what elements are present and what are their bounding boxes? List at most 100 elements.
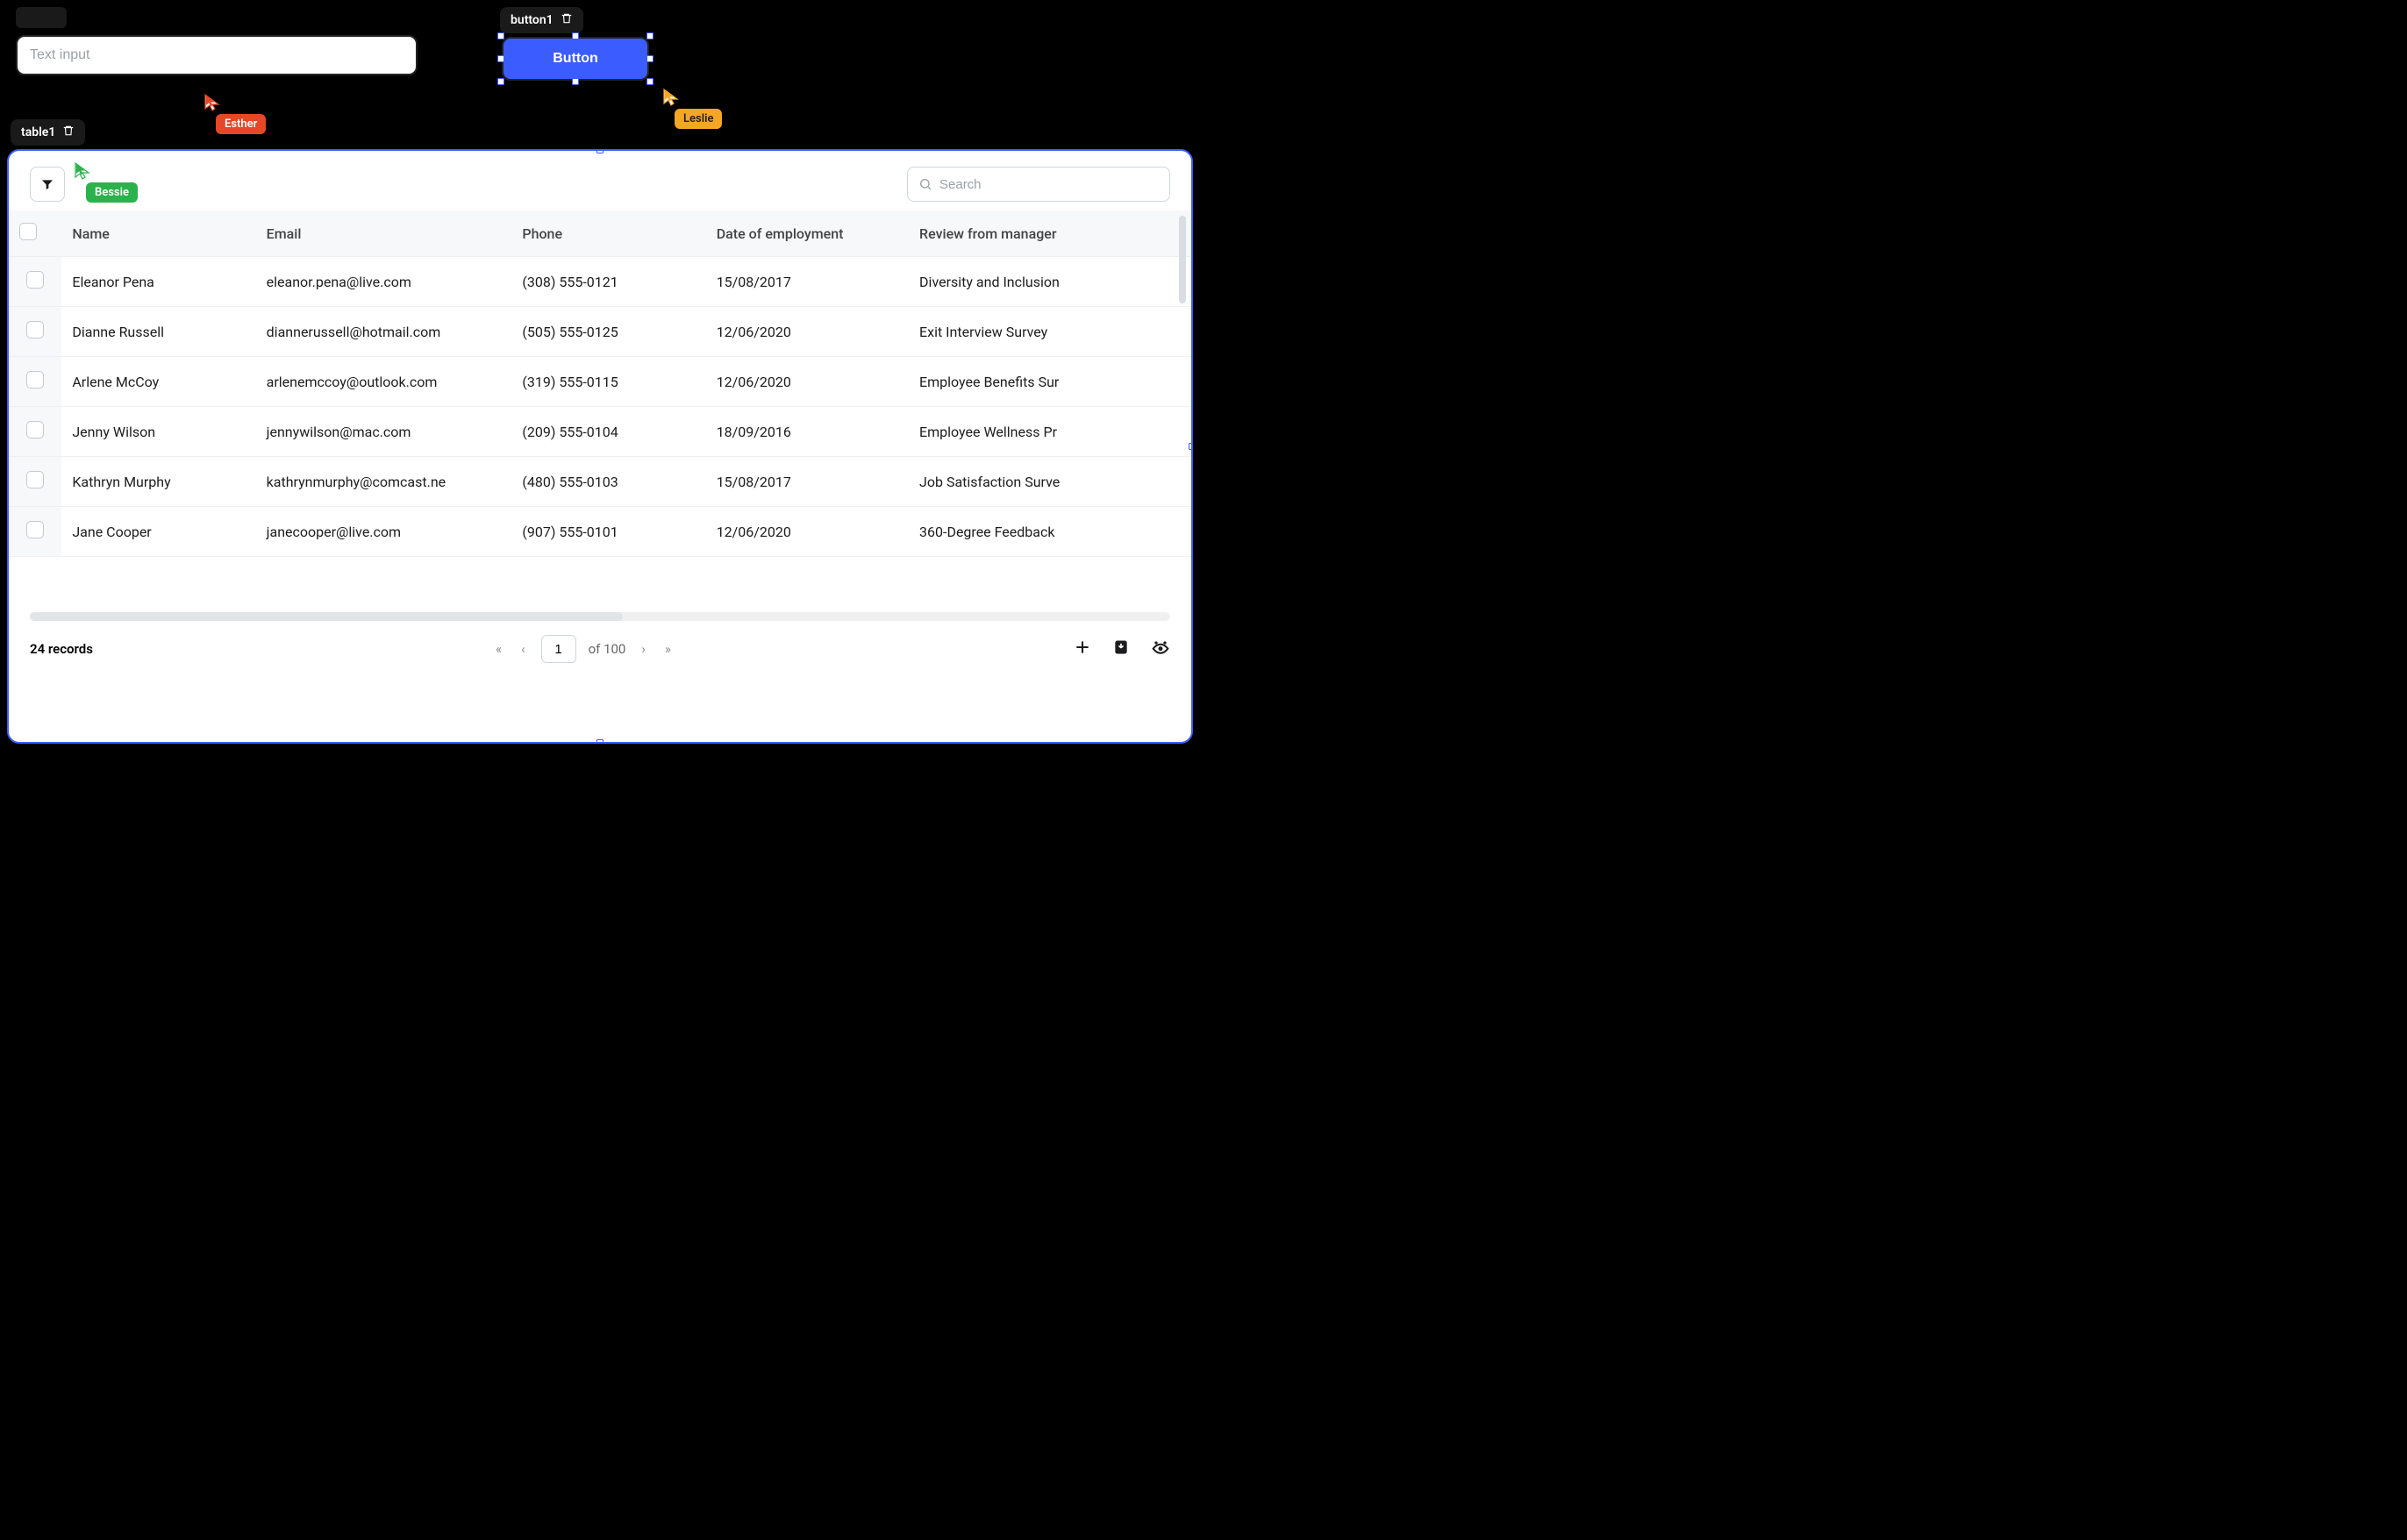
table-row[interactable]: Arlene McCoyarlenemccoy@outlook.com(319)… bbox=[9, 357, 1191, 407]
cursor-leslie: Leslie bbox=[662, 88, 722, 129]
cell-email: arlenemccoy@outlook.com bbox=[256, 357, 512, 407]
selection-handle[interactable] bbox=[572, 78, 579, 85]
cell-email: kathrynmurphy@comcast.ne bbox=[256, 457, 512, 507]
search-input[interactable] bbox=[939, 177, 1159, 192]
cell-review: 360-Degree Feedback bbox=[909, 507, 1191, 557]
text-input[interactable] bbox=[16, 35, 418, 75]
selection-handle[interactable] bbox=[7, 149, 11, 153]
col-review[interactable]: Review from manager bbox=[909, 210, 1191, 257]
table-footer: 24 records « ‹ of 100 › » bbox=[9, 621, 1191, 677]
selection-handle[interactable] bbox=[497, 32, 504, 39]
table-row[interactable]: Kathryn Murphykathrynmurphy@comcast.ne(4… bbox=[9, 457, 1191, 507]
vertical-scrollbar[interactable] bbox=[1179, 216, 1186, 303]
plus-icon bbox=[1074, 638, 1091, 656]
button1-text: Button bbox=[553, 51, 598, 66]
cell-date: 12/06/2020 bbox=[706, 357, 909, 407]
cell-phone: (319) 555-0115 bbox=[511, 357, 705, 407]
cell-name: Jane Cooper bbox=[61, 507, 255, 557]
cell-name: Eleanor Pena bbox=[61, 257, 255, 307]
selection-handle[interactable] bbox=[646, 32, 654, 39]
cell-phone: (505) 555-0125 bbox=[511, 307, 705, 357]
table1-pill[interactable]: table1 bbox=[11, 119, 85, 146]
cell-name: Jenny Wilson bbox=[61, 407, 255, 457]
selection-handle[interactable] bbox=[7, 739, 11, 744]
cell-phone: (308) 555-0121 bbox=[511, 257, 705, 307]
cell-date: 18/09/2016 bbox=[706, 407, 909, 457]
cell-name: Kathryn Murphy bbox=[61, 457, 255, 507]
search-box[interactable] bbox=[907, 167, 1170, 202]
selection-handle[interactable] bbox=[497, 78, 504, 85]
footer-actions bbox=[1074, 638, 1170, 659]
cell-review: Job Satisfaction Surve bbox=[909, 457, 1191, 507]
selection-handle[interactable] bbox=[1189, 149, 1193, 153]
cell-review: Exit Interview Survey bbox=[909, 307, 1191, 357]
pager: « ‹ of 100 › » bbox=[492, 635, 675, 663]
data-table: Name Email Phone Date of employment Revi… bbox=[9, 210, 1191, 557]
cell-review: Diversity and Inclusion bbox=[909, 257, 1191, 307]
table-scroll: Name Email Phone Date of employment Revi… bbox=[9, 210, 1191, 605]
row-checkbox[interactable] bbox=[26, 421, 44, 438]
download-icon bbox=[1112, 638, 1130, 656]
trash-icon[interactable] bbox=[62, 125, 75, 140]
cell-date: 12/06/2020 bbox=[706, 307, 909, 357]
filter-icon bbox=[40, 177, 54, 191]
table-row[interactable]: Dianne Russelldiannerussell@hotmail.com(… bbox=[9, 307, 1191, 357]
cell-email: diannerussell@hotmail.com bbox=[256, 307, 512, 357]
horizontal-scrollbar[interactable] bbox=[30, 612, 1170, 621]
cell-date: 15/08/2017 bbox=[706, 257, 909, 307]
cursor-icon bbox=[74, 161, 91, 181]
page-first-button[interactable]: « bbox=[492, 638, 505, 660]
page-last-button[interactable]: » bbox=[661, 638, 675, 660]
cell-date: 12/06/2020 bbox=[706, 507, 909, 557]
row-checkbox[interactable] bbox=[26, 321, 44, 339]
trash-icon[interactable] bbox=[561, 12, 573, 28]
cell-email: eleanor.pena@live.com bbox=[256, 257, 512, 307]
table-toolbar: Bessie bbox=[9, 151, 1191, 210]
row-checkbox[interactable] bbox=[26, 271, 44, 289]
col-email[interactable]: Email bbox=[256, 210, 512, 257]
download-button[interactable] bbox=[1112, 638, 1130, 659]
page-prev-button[interactable]: ‹ bbox=[518, 638, 529, 660]
col-date[interactable]: Date of employment bbox=[706, 210, 909, 257]
selection-handle[interactable] bbox=[497, 55, 504, 62]
table-row[interactable]: Eleanor Penaeleanor.pena@live.com(308) 5… bbox=[9, 257, 1191, 307]
filter-button[interactable] bbox=[30, 167, 65, 202]
selection-handle[interactable] bbox=[572, 32, 579, 39]
selection-handle[interactable] bbox=[646, 55, 654, 62]
page-input[interactable] bbox=[541, 635, 576, 663]
cell-name: Dianne Russell bbox=[61, 307, 255, 357]
table-row[interactable]: Jenny Wilsonjennywilson@mac.com(209) 555… bbox=[9, 407, 1191, 457]
col-phone[interactable]: Phone bbox=[511, 210, 705, 257]
selection-handle[interactable] bbox=[596, 149, 604, 153]
cursor-label: Bessie bbox=[86, 182, 138, 203]
row-checkbox[interactable] bbox=[26, 371, 44, 389]
button1-component: Button bbox=[502, 37, 649, 81]
cursor-esther: Esther bbox=[204, 93, 266, 134]
cell-email: jennywilson@mac.com bbox=[256, 407, 512, 457]
cursor-label: Esther bbox=[216, 114, 266, 134]
text-input-pill bbox=[16, 7, 67, 28]
col-name[interactable]: Name bbox=[61, 210, 255, 257]
visibility-button[interactable] bbox=[1151, 638, 1170, 659]
button1[interactable]: Button bbox=[502, 37, 649, 81]
row-checkbox[interactable] bbox=[26, 471, 44, 488]
add-row-button[interactable] bbox=[1074, 638, 1091, 659]
cell-review: Employee Wellness Pr bbox=[909, 407, 1191, 457]
table-row[interactable]: Jane Cooperjanecooper@live.com(907) 555-… bbox=[9, 507, 1191, 557]
button1-pill[interactable]: button1 bbox=[500, 7, 583, 33]
selection-handle[interactable] bbox=[1189, 739, 1193, 744]
select-all-checkbox[interactable] bbox=[19, 223, 37, 240]
eye-icon bbox=[1151, 638, 1170, 656]
horizontal-scrollbar-thumb[interactable] bbox=[30, 612, 623, 621]
cursor-icon bbox=[662, 88, 680, 107]
page-next-button[interactable]: › bbox=[638, 638, 649, 660]
cell-email: janecooper@live.com bbox=[256, 507, 512, 557]
selection-handle[interactable] bbox=[596, 739, 604, 744]
selection-handle[interactable] bbox=[646, 78, 654, 85]
cell-phone: (480) 555-0103 bbox=[511, 457, 705, 507]
cell-phone: (209) 555-0104 bbox=[511, 407, 705, 457]
table-header-row: Name Email Phone Date of employment Revi… bbox=[9, 210, 1191, 257]
row-checkbox[interactable] bbox=[26, 521, 44, 538]
records-count: 24 records bbox=[30, 641, 93, 657]
canvas: button1 Button Esther Leslie bbox=[0, 0, 1204, 770]
